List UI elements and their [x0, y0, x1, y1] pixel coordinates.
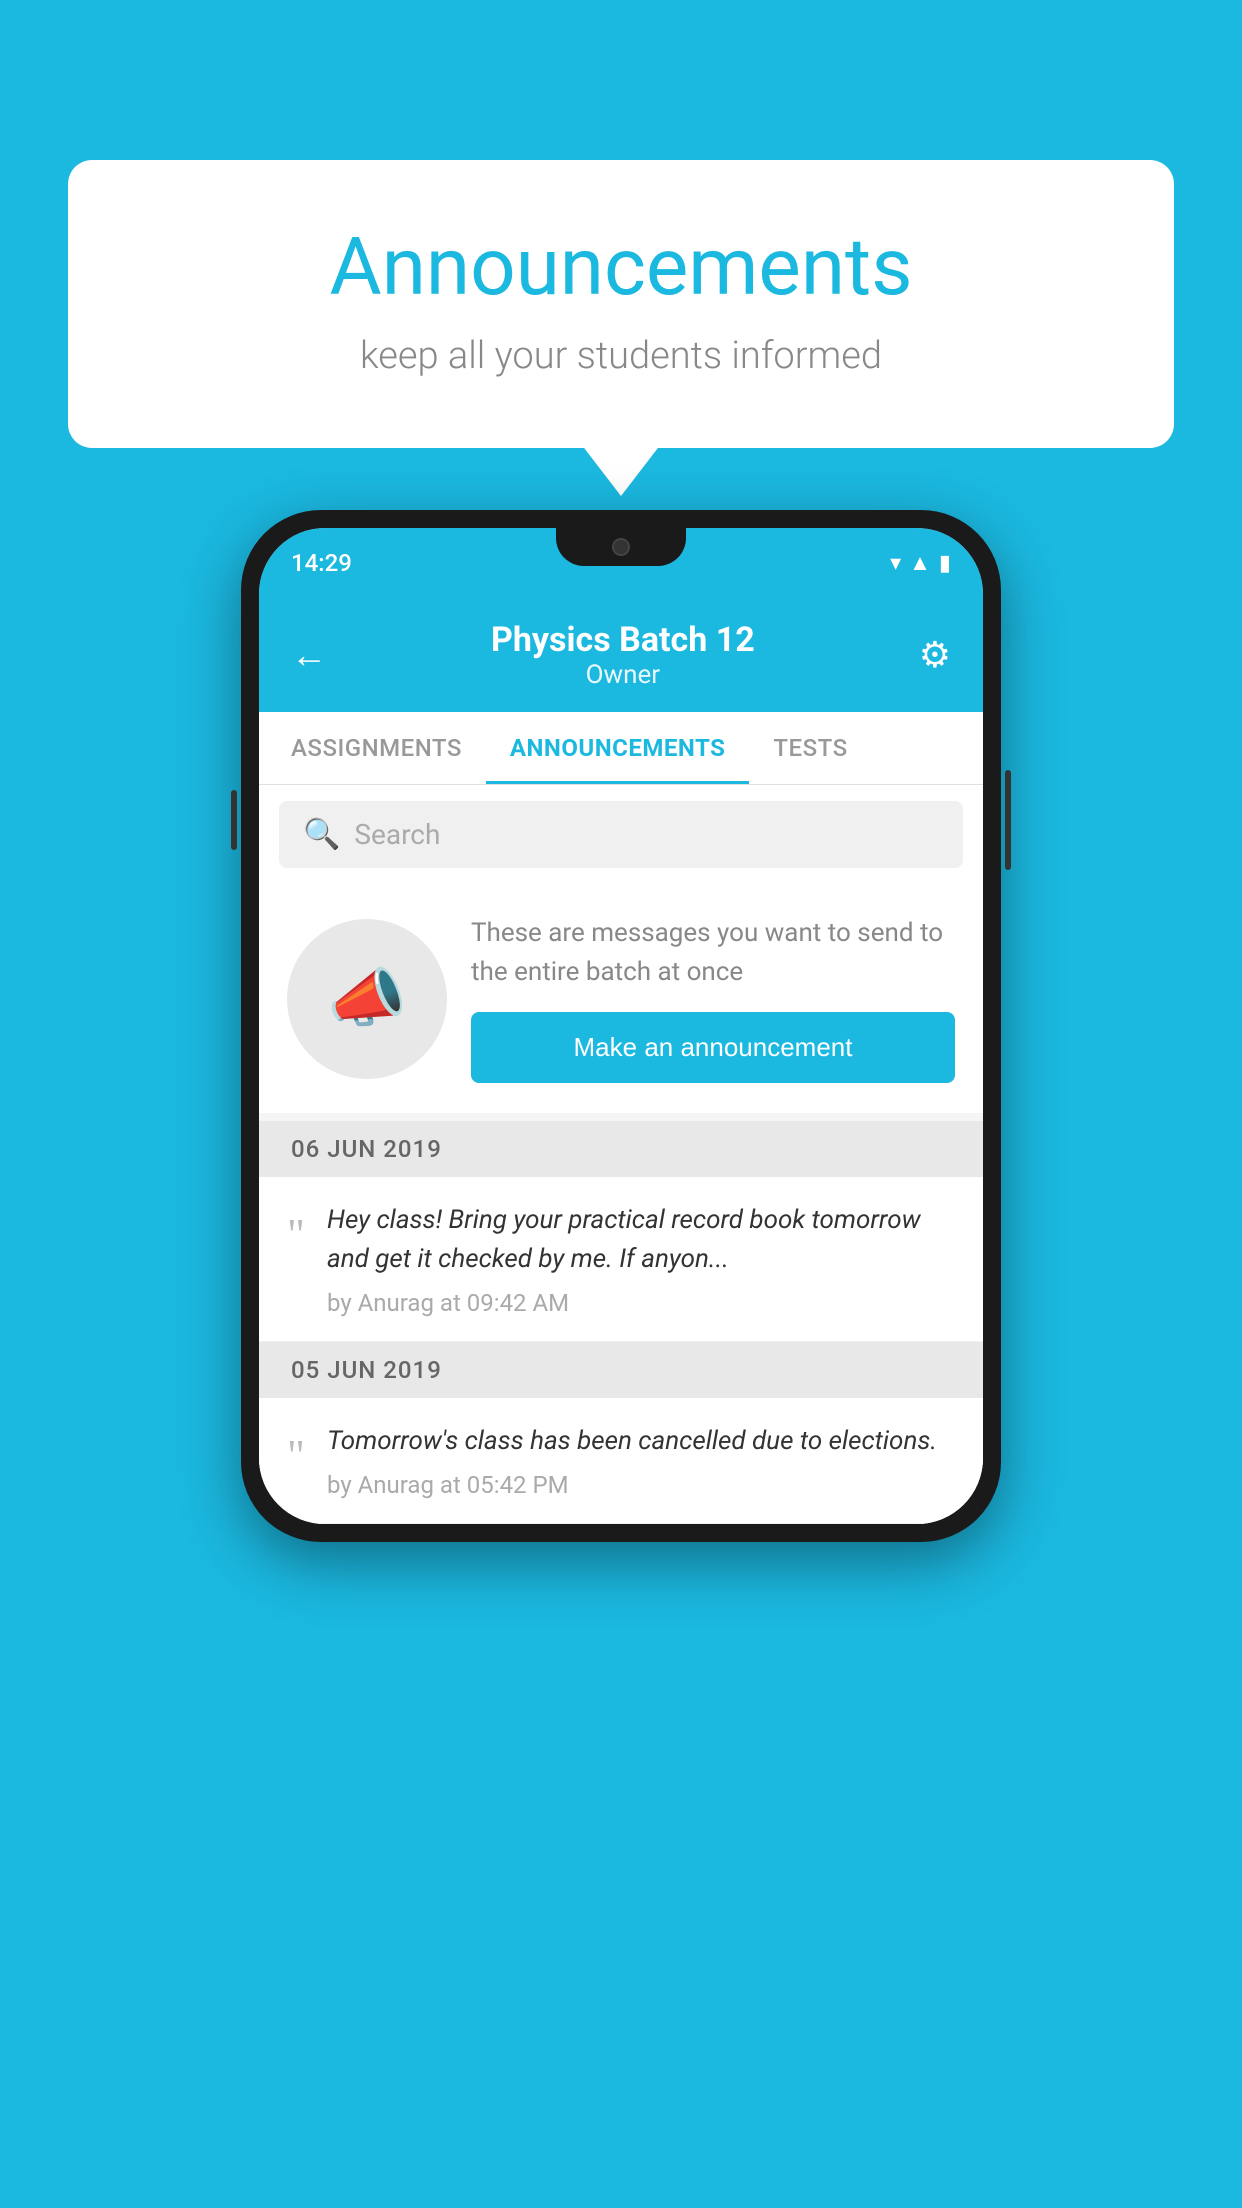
announcement-promo: 📣 These are messages you want to send to…: [259, 884, 983, 1113]
wifi-icon: ▾: [890, 551, 901, 576]
phone-frame: 14:29 ▾ ▲ ▮ ← Physics Batch 12 Owner ⚙: [241, 510, 1001, 1542]
batch-title: Physics Batch 12: [327, 620, 919, 660]
date-header-1: 06 JUN 2019: [259, 1121, 983, 1177]
phone-screen: 14:29 ▾ ▲ ▮ ← Physics Batch 12 Owner ⚙: [259, 528, 983, 1524]
search-bar[interactable]: 🔍 Search: [279, 801, 963, 868]
search-icon: 🔍: [303, 817, 340, 852]
quote-icon-2: ": [287, 1430, 305, 1478]
announcement-meta-1: by Anurag at 09:42 AM: [327, 1289, 955, 1317]
phone-wrapper: 14:29 ▾ ▲ ▮ ← Physics Batch 12 Owner ⚙: [241, 510, 1001, 1542]
announcement-meta-2: by Anurag at 05:42 PM: [327, 1471, 955, 1499]
search-placeholder: Search: [354, 818, 440, 851]
content-area: 🔍 Search 📣 These are messages you want t…: [259, 785, 983, 1524]
battery-icon: ▮: [939, 551, 951, 576]
announcement-content-1: Hey class! Bring your practical record b…: [327, 1201, 955, 1317]
quote-icon-1: ": [287, 1209, 305, 1257]
status-icons: ▾ ▲ ▮: [890, 550, 951, 576]
promo-icon-circle: 📣: [287, 919, 447, 1079]
megaphone-icon: 📣: [327, 961, 407, 1036]
tab-assignments[interactable]: ASSIGNMENTS: [267, 712, 486, 784]
status-bar: 14:29 ▾ ▲ ▮: [259, 528, 983, 598]
header-title-group: Physics Batch 12 Owner: [327, 620, 919, 690]
app-header: ← Physics Batch 12 Owner ⚙: [259, 598, 983, 712]
promo-right: These are messages you want to send to t…: [471, 914, 955, 1083]
speech-bubble: Announcements keep all your students inf…: [68, 160, 1174, 448]
announcement-item-2: " Tomorrow's class has been cancelled du…: [259, 1398, 983, 1524]
back-button[interactable]: ←: [291, 634, 327, 676]
make-announcement-button[interactable]: Make an announcement: [471, 1012, 955, 1083]
camera-lens: [612, 538, 630, 556]
promo-description: These are messages you want to send to t…: [471, 914, 955, 992]
announcement-content-2: Tomorrow's class has been cancelled due …: [327, 1422, 955, 1499]
announcement-text-2: Tomorrow's class has been cancelled due …: [327, 1422, 955, 1461]
speech-bubble-container: Announcements keep all your students inf…: [68, 160, 1174, 448]
tab-tests[interactable]: TESTS: [749, 712, 871, 784]
settings-icon[interactable]: ⚙: [919, 634, 951, 676]
announcement-item-1: " Hey class! Bring your practical record…: [259, 1177, 983, 1342]
search-container: 🔍 Search: [259, 785, 983, 884]
power-button: [1005, 770, 1011, 870]
date-header-2: 05 JUN 2019: [259, 1342, 983, 1398]
tabs-bar: ASSIGNMENTS ANNOUNCEMENTS TESTS: [259, 712, 983, 785]
speech-bubble-subtitle: keep all your students informed: [148, 334, 1094, 378]
batch-role: Owner: [327, 660, 919, 690]
announcement-text-1: Hey class! Bring your practical record b…: [327, 1201, 955, 1279]
tab-announcements[interactable]: ANNOUNCEMENTS: [486, 712, 750, 784]
status-time: 14:29: [291, 549, 352, 577]
phone-notch: [556, 528, 686, 566]
volume-button: [231, 790, 237, 850]
speech-bubble-title: Announcements: [148, 220, 1094, 314]
signal-icon: ▲: [909, 550, 931, 576]
